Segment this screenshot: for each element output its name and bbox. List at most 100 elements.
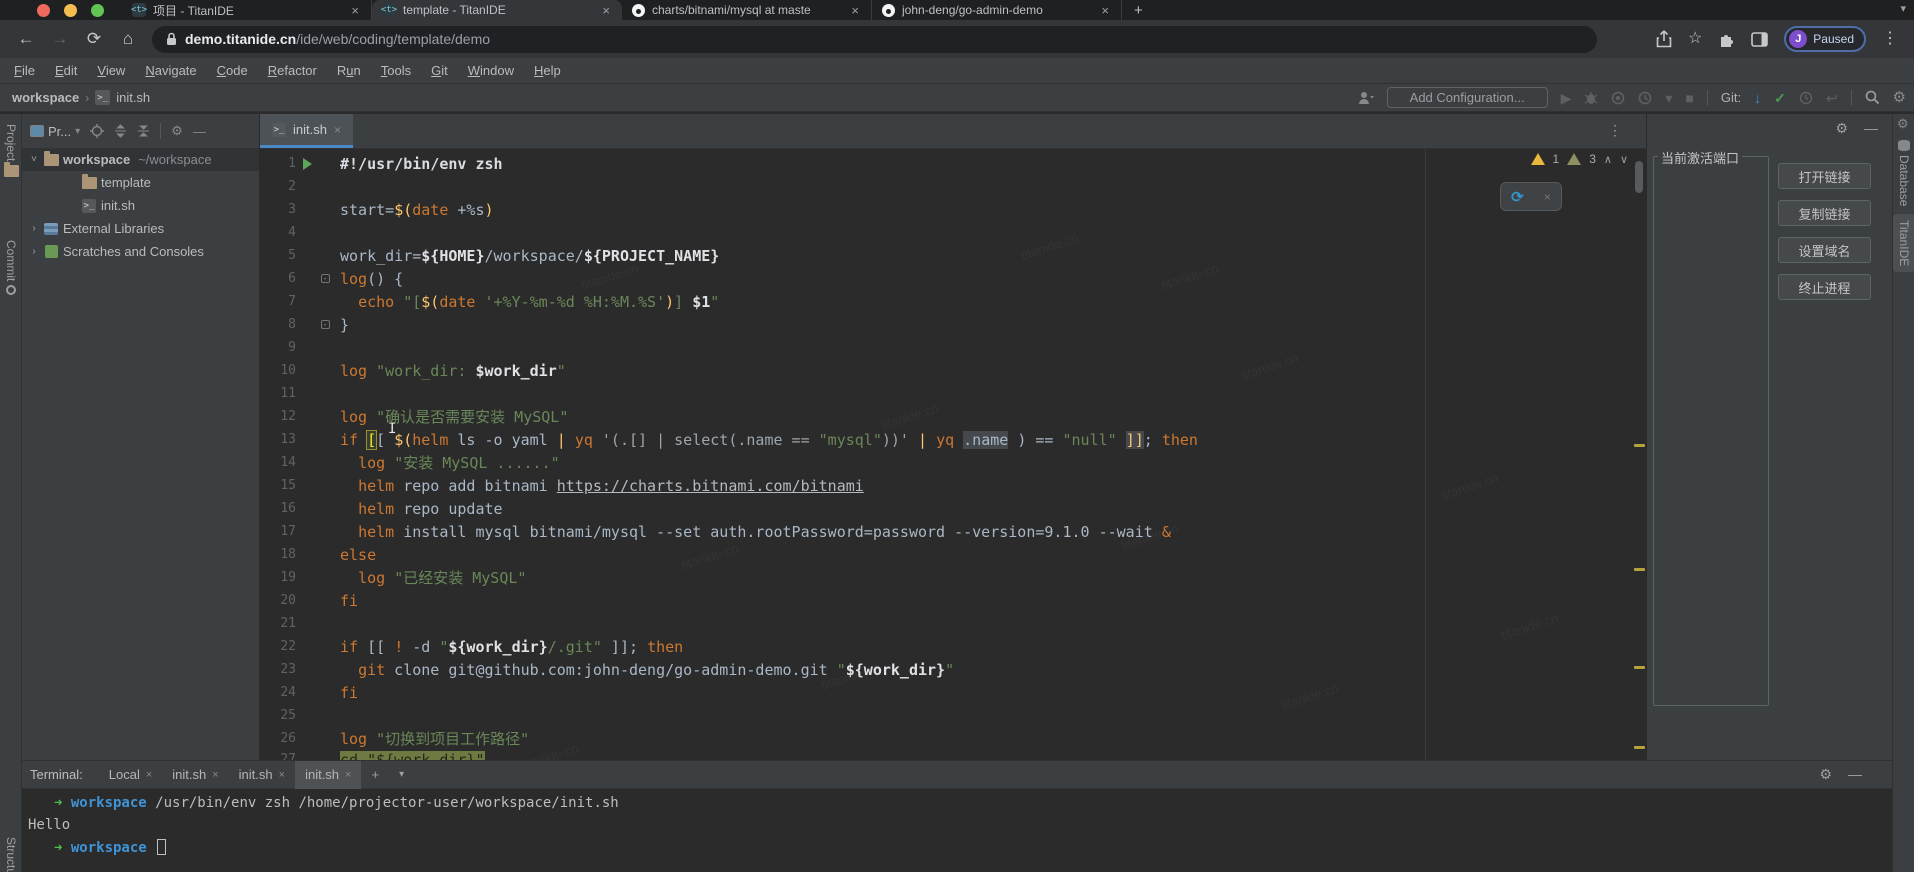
settings-gear-icon[interactable]: ⚙ xyxy=(1893,90,1906,105)
add-configuration-button[interactable]: Add Configuration... xyxy=(1387,87,1548,108)
user-icon[interactable] xyxy=(1358,91,1374,105)
back-icon[interactable]: ← xyxy=(10,29,42,49)
close-window-button[interactable] xyxy=(37,4,50,17)
reload-icon[interactable]: ⟳ xyxy=(78,29,110,49)
port-button-终止进程[interactable]: 终止进程 xyxy=(1778,274,1871,300)
browser-tab[interactable]: charts/bitnami/mysql at maste× xyxy=(622,0,872,20)
browser-tab[interactable]: john-deng/go-admin-demo× xyxy=(872,0,1122,20)
breadcrumb-file[interactable]: init.sh xyxy=(116,90,150,105)
debug-bug-icon[interactable] xyxy=(1584,91,1598,105)
coverage-icon[interactable] xyxy=(1611,91,1625,105)
stop-icon[interactable]: ■ xyxy=(1685,91,1693,105)
tool-stripe-label: Project xyxy=(4,124,18,161)
menu-item-help[interactable]: Help xyxy=(524,63,571,78)
new-tab-button[interactable]: + xyxy=(1122,0,1155,20)
home-icon[interactable]: ⌂ xyxy=(112,29,144,49)
git-history-icon[interactable] xyxy=(1799,91,1813,105)
run-line-icon[interactable] xyxy=(303,158,312,170)
tree-chevron-icon[interactable]: › xyxy=(26,223,42,234)
zoom-window-button[interactable] xyxy=(91,4,104,17)
menu-item-code[interactable]: Code xyxy=(207,63,258,78)
browser-menu-icon[interactable]: ⋮ xyxy=(1882,31,1898,47)
new-terminal-session-icon[interactable]: + xyxy=(361,767,389,782)
terminal-sessions-chevron-icon[interactable]: ▾ xyxy=(389,769,414,780)
close-tab-icon[interactable]: × xyxy=(334,123,341,137)
tab-search-chevron-icon[interactable]: ▾ xyxy=(1900,2,1906,15)
hide-panel-icon[interactable]: — xyxy=(193,124,206,139)
collapse-all-icon[interactable] xyxy=(137,124,150,138)
close-tab-icon[interactable]: × xyxy=(349,3,361,18)
fold-icon[interactable]: - xyxy=(321,320,330,329)
close-tab-icon[interactable]: × xyxy=(212,769,218,781)
port-button-设置域名[interactable]: 设置域名 xyxy=(1778,237,1871,263)
port-button-打开链接[interactable]: 打开链接 xyxy=(1778,163,1871,189)
menu-item-file[interactable]: File xyxy=(4,63,45,78)
tree-item-workspace[interactable]: ˅workspace~/workspace xyxy=(22,148,259,171)
close-tab-icon[interactable]: × xyxy=(146,769,152,781)
breadcrumb-project[interactable]: workspace xyxy=(12,90,79,105)
menu-item-navigate[interactable]: Navigate xyxy=(135,63,206,78)
git-commit-check-icon[interactable]: ✓ xyxy=(1774,91,1786,105)
search-everywhere-icon[interactable] xyxy=(1865,90,1880,105)
project-view-selector[interactable]: Pr... ▾ xyxy=(30,124,80,139)
close-tab-icon[interactable]: × xyxy=(345,769,351,781)
terminal-tab[interactable]: Local× xyxy=(99,761,163,789)
tool-stripe-structure[interactable]: Structure xyxy=(0,837,22,872)
bookmark-star-icon[interactable]: ☆ xyxy=(1688,31,1702,47)
tool-stripe-label: TitanIDE xyxy=(1897,220,1911,266)
stripe-settings-gear-icon[interactable]: ⚙ xyxy=(1897,116,1909,132)
menu-item-refactor[interactable]: Refactor xyxy=(258,63,327,78)
terminal-tab[interactable]: init.sh× xyxy=(229,761,295,789)
address-bar[interactable]: demo.titanide.cn/ide/web/coding/template… xyxy=(152,26,1597,53)
forward-icon[interactable]: → xyxy=(44,29,76,49)
tree-item-template[interactable]: template xyxy=(22,171,259,194)
menu-item-git[interactable]: Git xyxy=(421,63,458,78)
panel-settings-gear-icon[interactable]: ⚙ xyxy=(1835,120,1848,137)
menu-item-tools[interactable]: Tools xyxy=(371,63,421,78)
close-tab-icon[interactable]: × xyxy=(279,769,285,781)
tool-stripe-titanide[interactable]: TitanIDE xyxy=(1893,214,1914,272)
tree-item-scratches-and-consoles[interactable]: ›Scratches and Consoles xyxy=(22,240,259,263)
project-settings-gear-icon[interactable]: ⚙ xyxy=(171,123,183,139)
tool-stripe-commit[interactable]: Commit xyxy=(0,240,22,295)
share-icon[interactable] xyxy=(1656,30,1672,48)
terminal-tab[interactable]: init.sh× xyxy=(295,761,361,789)
tree-chevron-icon[interactable]: › xyxy=(26,246,42,257)
menu-item-edit[interactable]: Edit xyxy=(45,63,87,78)
tree-item-init-sh[interactable]: >_init.sh xyxy=(22,194,259,217)
expand-all-icon[interactable] xyxy=(114,124,127,138)
git-update-icon[interactable]: ↓ xyxy=(1754,91,1761,105)
tool-stripe-database[interactable]: Database xyxy=(1893,140,1914,206)
profile-badge[interactable]: J Paused xyxy=(1784,26,1866,52)
run-icon[interactable]: ▶ xyxy=(1561,91,1572,105)
tree-item-external-libraries[interactable]: ›External Libraries xyxy=(22,217,259,240)
code-area[interactable]: 1 3 ∧ ∨ ⟳ × xyxy=(260,149,1646,760)
profiler-clock-icon[interactable] xyxy=(1638,91,1652,105)
browser-tab[interactable]: <t>template - TitanIDE× xyxy=(372,0,622,20)
tree-chevron-icon[interactable]: ˅ xyxy=(26,154,42,165)
terminal-tab[interactable]: init.sh× xyxy=(162,761,228,789)
close-tab-icon[interactable]: × xyxy=(600,3,612,18)
extensions-puzzle-icon[interactable] xyxy=(1718,31,1735,48)
editor-options-kebab-icon[interactable]: ⋮ xyxy=(1608,122,1622,139)
terminal-settings-gear-icon[interactable]: ⚙ xyxy=(1819,766,1832,783)
menu-item-window[interactable]: Window xyxy=(458,63,524,78)
hide-panel-icon[interactable]: — xyxy=(1864,120,1878,137)
minimize-window-button[interactable] xyxy=(64,4,77,17)
more-run-actions-icon[interactable]: ▾ xyxy=(1665,91,1672,105)
editor-tab-init-sh[interactable]: >_ init.sh × xyxy=(260,114,353,148)
terminal-output[interactable]: ➜ workspace /usr/bin/env zsh /home/proje… xyxy=(22,789,1892,872)
close-tab-icon[interactable]: × xyxy=(849,3,861,18)
token: ]]; xyxy=(602,638,647,656)
fold-icon[interactable]: - xyxy=(321,274,330,283)
hide-terminal-icon[interactable]: — xyxy=(1848,766,1862,783)
locate-file-icon[interactable] xyxy=(90,124,104,138)
close-tab-icon[interactable]: × xyxy=(1099,3,1111,18)
menu-item-run[interactable]: Run xyxy=(327,63,371,78)
menu-item-view[interactable]: View xyxy=(87,63,135,78)
tool-stripe-project[interactable]: Project xyxy=(0,124,22,177)
git-rollback-icon[interactable]: ↩ xyxy=(1826,91,1838,105)
port-button-复制链接[interactable]: 复制链接 xyxy=(1778,200,1871,226)
side-panel-icon[interactable] xyxy=(1751,32,1768,47)
browser-tab[interactable]: <t>项目 - TitanIDE× xyxy=(122,0,372,20)
